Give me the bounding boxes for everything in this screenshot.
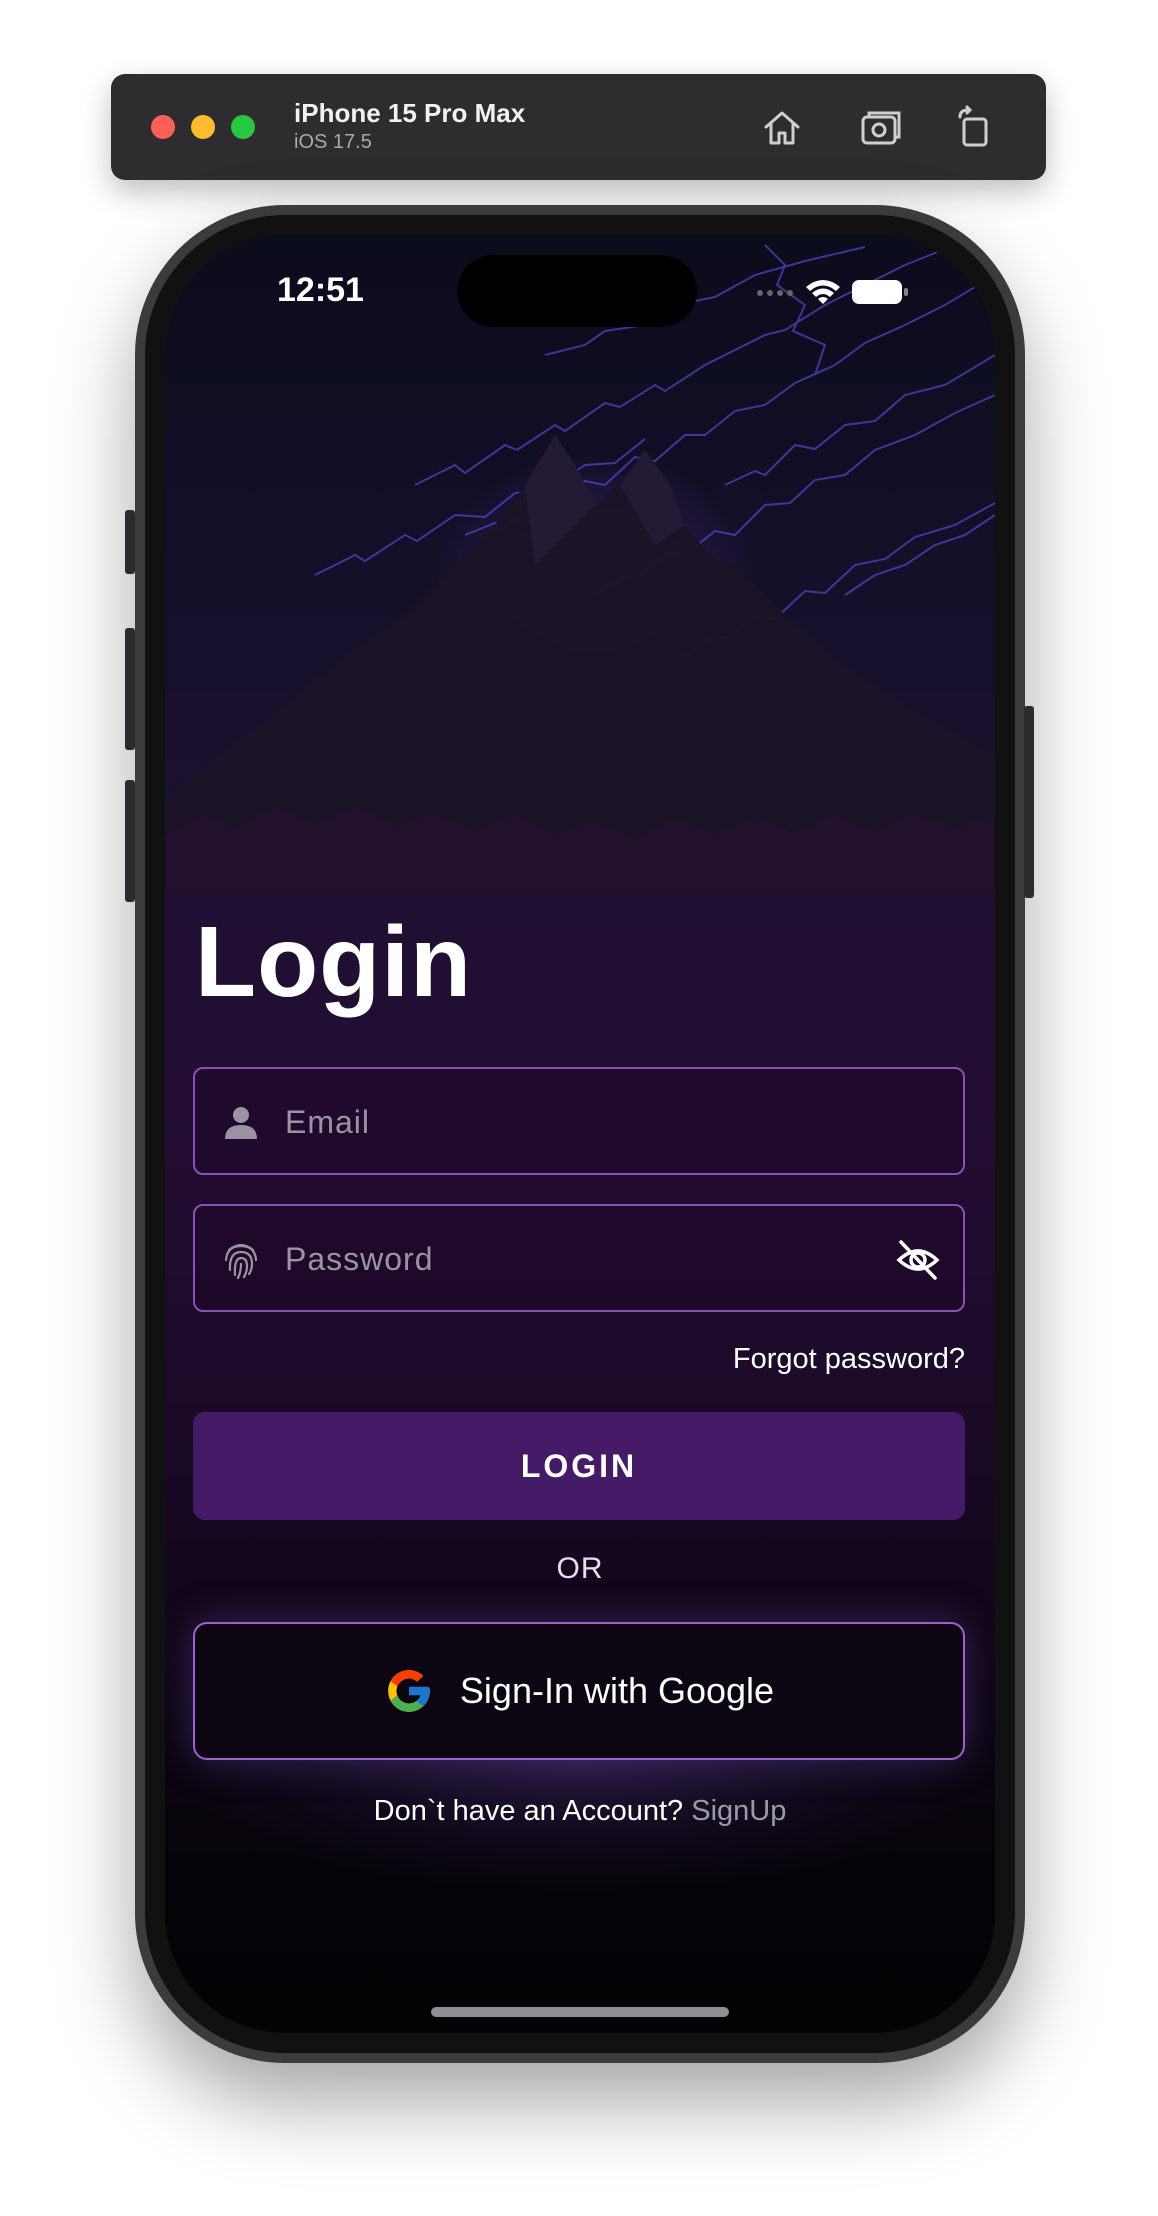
person-icon <box>225 1107 257 1139</box>
or-divider: OR <box>556 1552 604 1585</box>
volume-down-button <box>125 780 135 902</box>
eye-slash-icon[interactable] <box>895 1238 941 1282</box>
action-button <box>125 510 135 574</box>
screenshot-icon[interactable] <box>859 105 903 149</box>
google-signin-button[interactable]: Sign-In with Google <box>193 1622 965 1760</box>
signup-link[interactable]: SignUp <box>691 1795 786 1827</box>
email-field[interactable] <box>193 1067 965 1175</box>
battery-icon <box>852 280 908 304</box>
rotate-icon[interactable] <box>952 105 996 149</box>
power-button <box>1024 706 1034 898</box>
mountain-lightning-background <box>165 244 995 895</box>
home-icon[interactable] <box>760 105 804 149</box>
password-field[interactable] <box>193 1204 965 1312</box>
status-time: 12:51 <box>277 271 364 309</box>
simulator-device-name: iPhone 15 Pro Max <box>294 98 526 128</box>
signup-prompt-text: Don`t have an Account? <box>373 1795 684 1827</box>
dynamic-island <box>457 255 697 327</box>
login-button[interactable]: LOGIN <box>193 1412 965 1520</box>
simulator-os-version: iOS 17.5 <box>294 131 372 153</box>
password-input[interactable] <box>285 1226 845 1292</box>
minimize-window-button[interactable] <box>191 115 215 139</box>
home-indicator[interactable] <box>431 2007 729 2017</box>
signup-prompt-line: Don`t have an Account? SignUp <box>165 1795 995 1828</box>
cellular-icon <box>757 290 793 296</box>
google-signin-label: Sign-In with Google <box>459 1670 775 1711</box>
google-logo-icon <box>388 1670 430 1712</box>
fingerprint-icon <box>224 1243 258 1280</box>
zoom-window-button[interactable] <box>231 115 255 139</box>
status-icons <box>757 280 908 304</box>
close-window-button[interactable] <box>151 115 175 139</box>
forgot-password-link[interactable]: Forgot password? <box>733 1343 965 1376</box>
wifi-icon <box>806 280 840 304</box>
phone-screen: 12:51 Login Email Forgot password? LOGIN… <box>165 235 995 2033</box>
volume-up-button <box>125 628 135 750</box>
email-input[interactable] <box>285 1089 845 1155</box>
page-title: Login <box>195 906 473 1018</box>
